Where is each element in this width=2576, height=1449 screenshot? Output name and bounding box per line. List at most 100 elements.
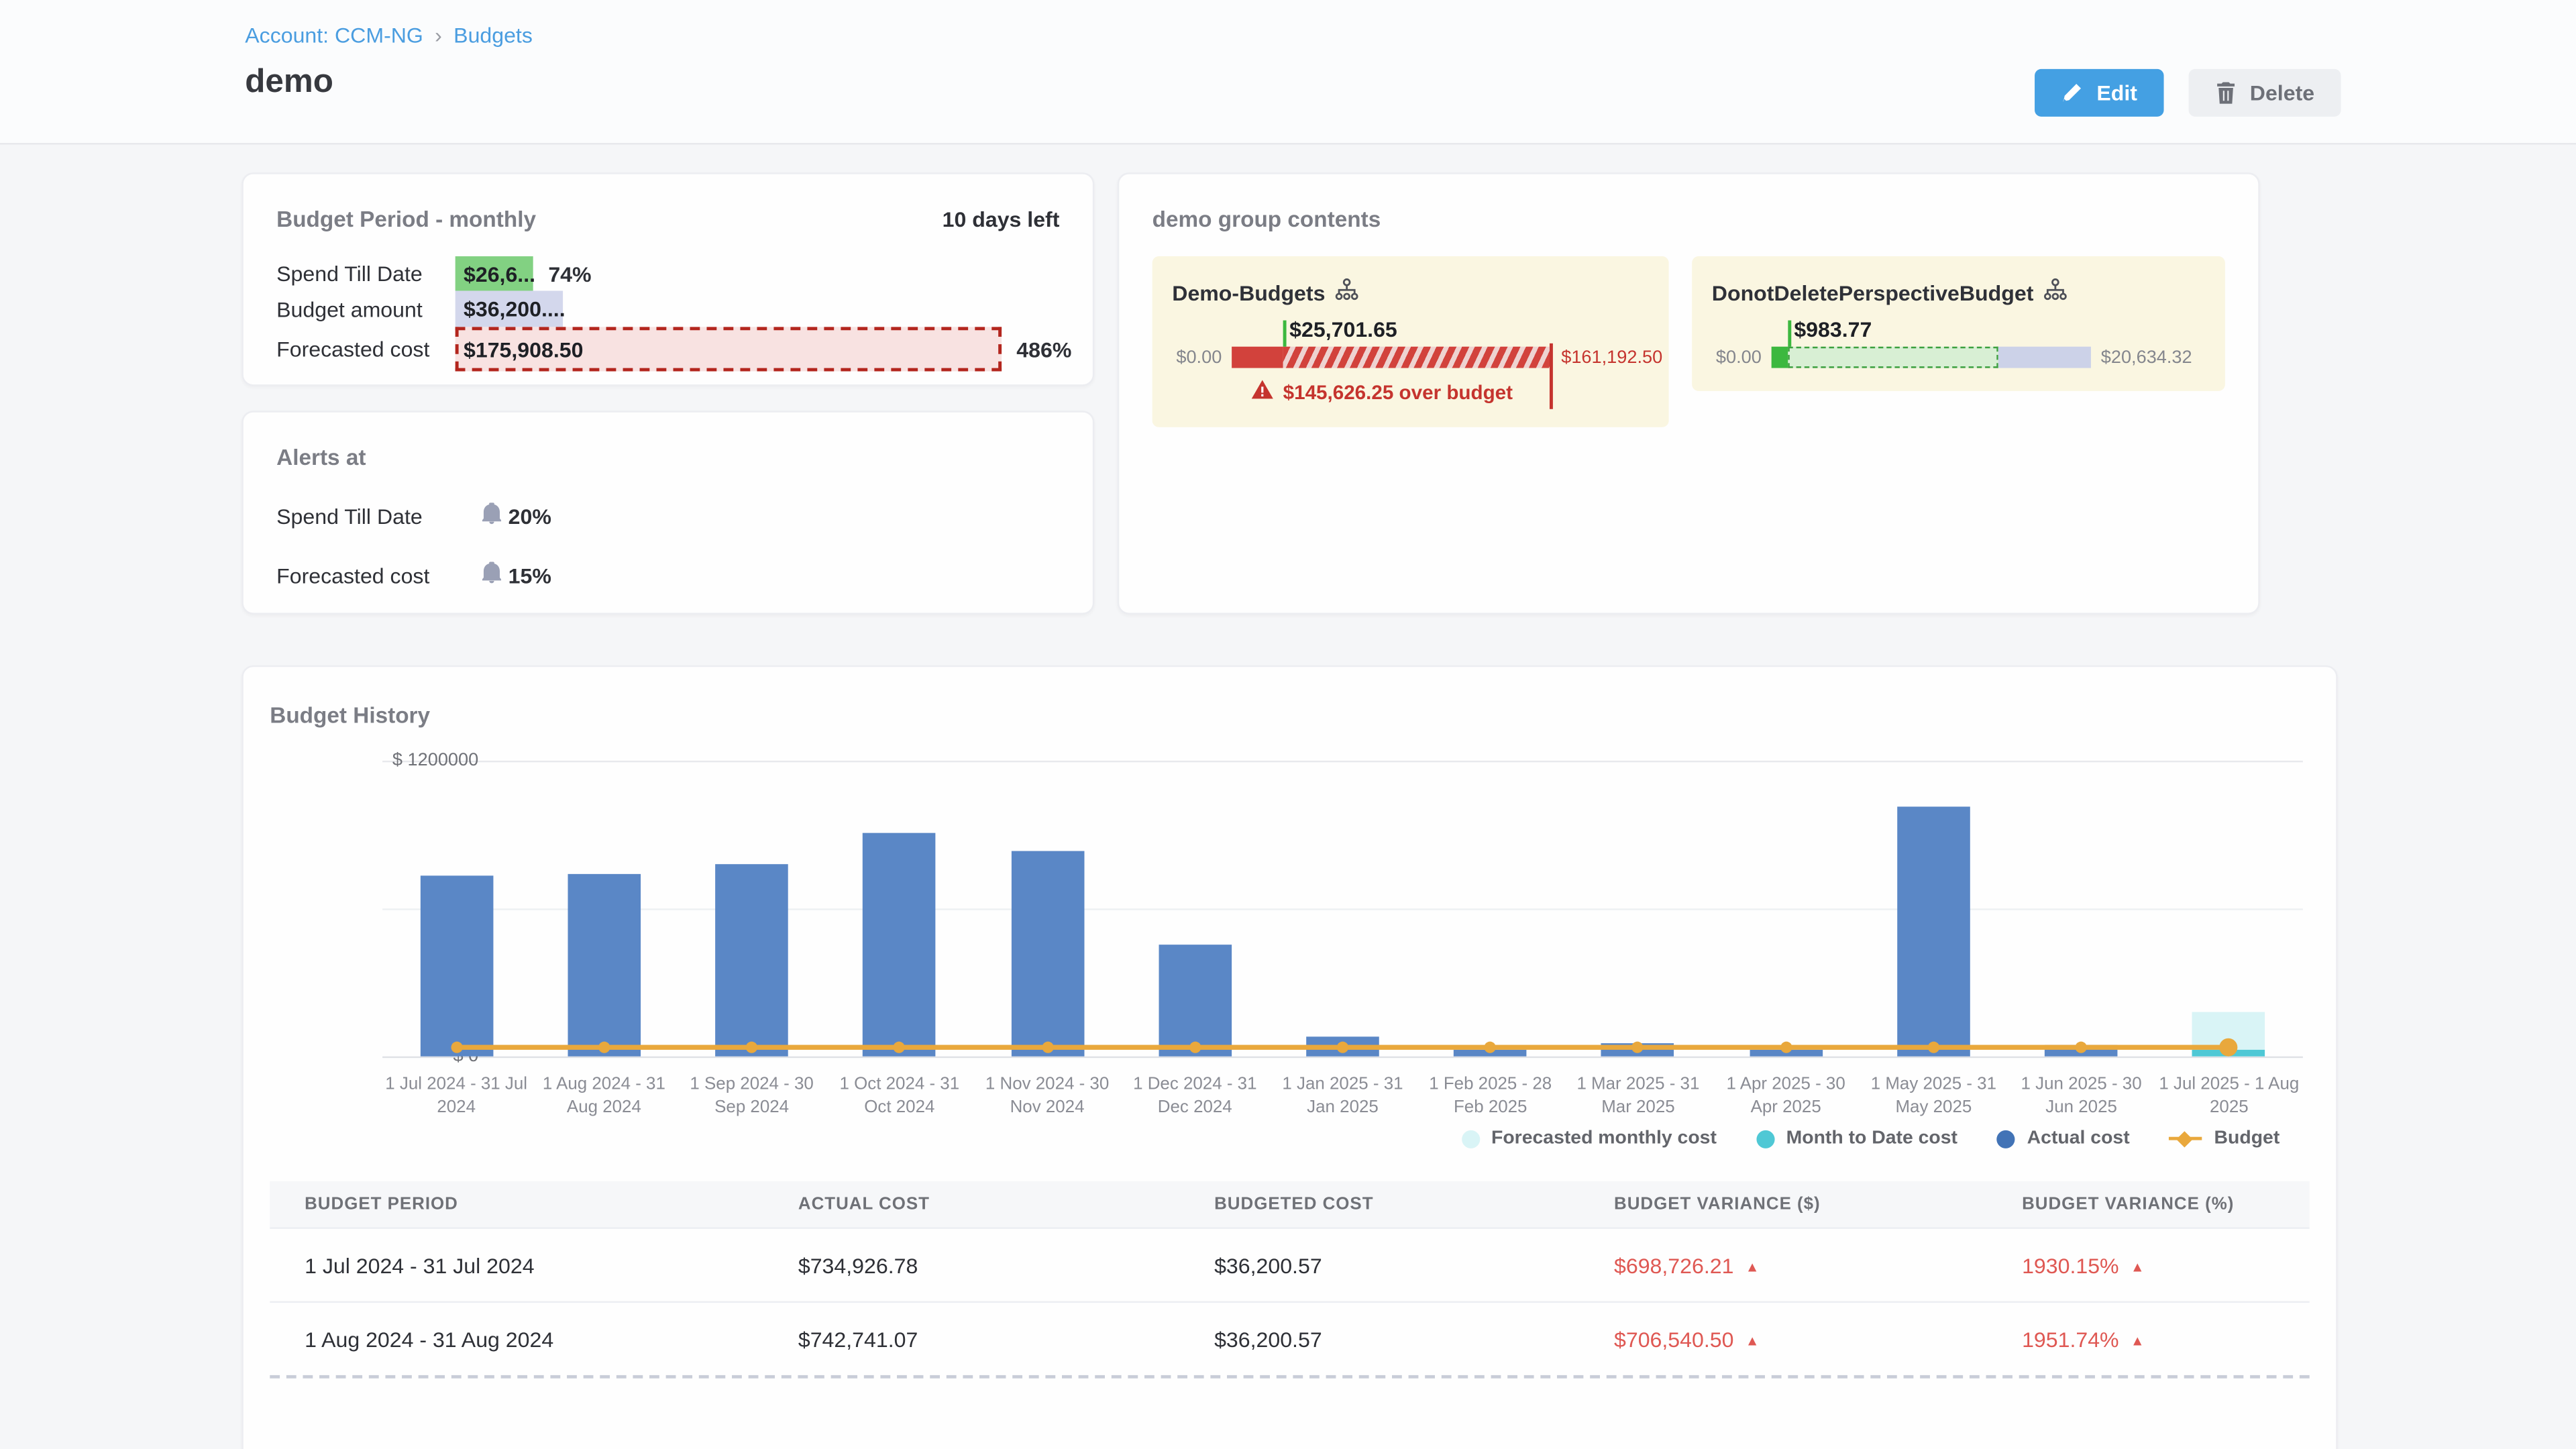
breadcrumb: Account: CCM-NG › Budgets [245, 23, 2341, 48]
budget-period-row: Budget amount $36,200.... [276, 290, 1059, 327]
x-axis-label: 1 Jun 2025 - 30 Jun 2025 [2008, 1075, 2155, 1120]
x-axis-label: 1 Apr 2025 - 30 Apr 2025 [1712, 1075, 1860, 1120]
actual-cost-bar [715, 864, 788, 1057]
actual-cost-bar [568, 873, 641, 1057]
chart-bars [382, 761, 2303, 1057]
legend-dot-icon [1997, 1130, 2015, 1148]
x-axis-label-text: 1 Feb 2025 - 28 Feb 2025 [1419, 1075, 1562, 1120]
group-budget-graph: $983.77 $0.00$20,634.32 [1712, 317, 2202, 368]
x-axis-label-text: 1 Jan 2025 - 31 Jan 2025 [1271, 1075, 1413, 1120]
legend-item-mtd[interactable]: Month to Date cost [1756, 1129, 1957, 1148]
chart-bar-wrap [1011, 761, 1084, 1057]
x-axis-label: 1 Nov 2024 - 30 Nov 2024 [973, 1075, 1121, 1120]
group-budget-item[interactable]: DonotDeletePerspectiveBudget $983.77 $0.00… [1692, 256, 2225, 391]
breadcrumb-separator-icon: › [435, 23, 442, 48]
page-title: demo [245, 64, 2341, 102]
budget-period-row: Spend Till Date$26,6...74% [276, 256, 1059, 290]
breadcrumb-budgets-link[interactable]: Budgets [453, 23, 533, 48]
budget-period-bar-wrap: $26,6...74% [455, 256, 1002, 290]
chart-slot [1860, 761, 2007, 1057]
group-contents-card: demo group contents Demo-Budgets$25,701.… [1118, 172, 2260, 614]
budget-period-bar-value: $36,200.... [464, 297, 566, 321]
group-budget-item[interactable]: Demo-Budgets$25,701.65$0.00$161,192.50$1… [1152, 256, 1669, 427]
budget-bar-segment-forecast-green [1787, 347, 1998, 368]
table-header-cell: BUDGET PERIOD [270, 1195, 763, 1214]
delete-button[interactable]: Delete [2188, 69, 2341, 117]
alert-threshold: 20% [508, 504, 551, 529]
x-axis-label-text: 1 Apr 2025 - 30 Apr 2025 [1715, 1075, 1857, 1120]
x-axis-label-text: 1 Aug 2024 - 31 Aug 2024 [533, 1075, 675, 1120]
budget-period-bar-wrap: $36,200.... [455, 290, 1002, 327]
budget-period-bar-value: $26,6... [464, 261, 535, 286]
alert-row-value: 15% [482, 562, 551, 588]
cell-budgeted-cost: $36,200.57 [1179, 1253, 1579, 1278]
group-budget-spend-label: $983.77 [1794, 317, 1872, 342]
budget-history-card: Budget History $ 1200000 $ 0 1 Jul 2024 … [241, 665, 2337, 1449]
budget-point-marker [1485, 1042, 1496, 1053]
chart-bar-wrap [1454, 761, 1527, 1057]
table-header-cell: ACTUAL COST [763, 1195, 1179, 1214]
actual-cost-bar [1159, 945, 1232, 1057]
alert-row-label: Spend Till Date [276, 504, 482, 529]
group-budget-name-row: Demo-Budgets [1172, 278, 1646, 307]
legend-label: Actual cost [2027, 1129, 2130, 1148]
legend-label: Forecasted monthly cost [1491, 1129, 1717, 1148]
x-axis-label: 1 Feb 2025 - 28 Feb 2025 [1417, 1075, 1564, 1120]
edit-button[interactable]: Edit [2035, 69, 2163, 117]
budget-bar-segment-solid-red [1232, 347, 1283, 368]
x-axis-label: 1 Jan 2025 - 31 Jan 2025 [1269, 1075, 1416, 1120]
budget-point-marker [1928, 1042, 1939, 1053]
bell-icon [482, 562, 502, 588]
actual-cost-bar [420, 875, 493, 1057]
alert-rows: Spend Till Date 20% Forecasted cost15% [276, 502, 1059, 588]
cell-budget-period: 1 Aug 2024 - 31 Aug 2024 [270, 1327, 763, 1352]
variance-up-icon: ▲ [1746, 1332, 1760, 1348]
budget-point-marker [1632, 1042, 1644, 1053]
cell-actual-cost: $734,926.78 [763, 1253, 1179, 1278]
cell-budget-variance-usd: $706,540.50▲ [1579, 1327, 1987, 1352]
alerts-card: Alerts at Spend Till Date 20% Forecasted c… [241, 411, 1094, 614]
chart-slot [826, 761, 973, 1057]
legend-item-forecast[interactable]: Forecasted monthly cost [1462, 1129, 1717, 1148]
legend-item-actual[interactable]: Actual cost [1997, 1129, 2129, 1148]
chart-slot [1712, 761, 1860, 1057]
alert-row: Forecasted cost15% [276, 562, 1059, 588]
breadcrumb-account-link[interactable]: Account: CCM-NG [245, 23, 423, 48]
spend-marker-line [1787, 321, 1790, 347]
x-axis-label: 1 Jul 2025 - 1 Aug 2025 [2155, 1075, 2303, 1120]
table-row: 1 Jul 2024 - 31 Jul 2024$734,926.78$36,2… [270, 1228, 2309, 1301]
chart-slot [530, 761, 678, 1057]
legend-item-budget[interactable]: Budget [2169, 1129, 2279, 1148]
budget-bar-segment-solid-green [1772, 347, 1788, 368]
content-area: Budget Period - monthly 10 days left Spe… [0, 145, 2576, 1449]
budget-legend-marker-icon [2169, 1130, 2202, 1148]
delete-button-label: Delete [2250, 80, 2314, 105]
budget-history-chart: $ 1200000 $ 0 1 Jul 2024 - 31 Jul 20241 … [270, 761, 2303, 1149]
table-row: 1 Aug 2024 - 31 Aug 2024$742,741.07$36,2… [270, 1301, 2309, 1379]
actual-cost-bar [1897, 806, 1970, 1057]
group-budget-name-row: DonotDeletePerspectiveBudget [1712, 278, 2202, 307]
chart-bar-wrap [1602, 761, 1675, 1057]
budget-period-row-label: Budget amount [276, 297, 455, 321]
chart-bar-wrap [715, 761, 788, 1057]
x-axis-label-text: 1 Mar 2025 - 31 Mar 2025 [1567, 1075, 1709, 1120]
group-budget-bar [1232, 347, 1551, 368]
x-axis-label: 1 Aug 2024 - 31 Aug 2024 [530, 1075, 678, 1120]
budget-point-marker [746, 1042, 757, 1053]
group-budget-bar-row: $0.00$20,634.32 [1712, 347, 2202, 368]
budget-history-title: Budget History [270, 703, 2309, 728]
budget-period-bar-wrap: $175,908.50486% [455, 327, 1002, 371]
chart-bar-wrap [568, 761, 641, 1057]
table-body: 1 Jul 2024 - 31 Jul 2024$734,926.78$36,2… [270, 1228, 2309, 1379]
chart-bar-wrap [1306, 761, 1379, 1057]
chart-slot [1417, 761, 1564, 1057]
chart-slot [678, 761, 826, 1057]
alerts-title: Alerts at [276, 445, 1059, 470]
x-axis-labels: 1 Jul 2024 - 31 Jul 20241 Aug 2024 - 31 … [382, 1075, 2303, 1120]
variance-up-icon: ▲ [1746, 1258, 1760, 1274]
x-axis-label-text: 1 May 2025 - 31 May 2025 [1862, 1075, 2004, 1120]
trash-icon [2215, 81, 2237, 104]
chart-slot [382, 761, 530, 1057]
group-budget-min-label: $0.00 [1172, 347, 1222, 367]
budget-period-row-label: Spend Till Date [276, 261, 455, 286]
